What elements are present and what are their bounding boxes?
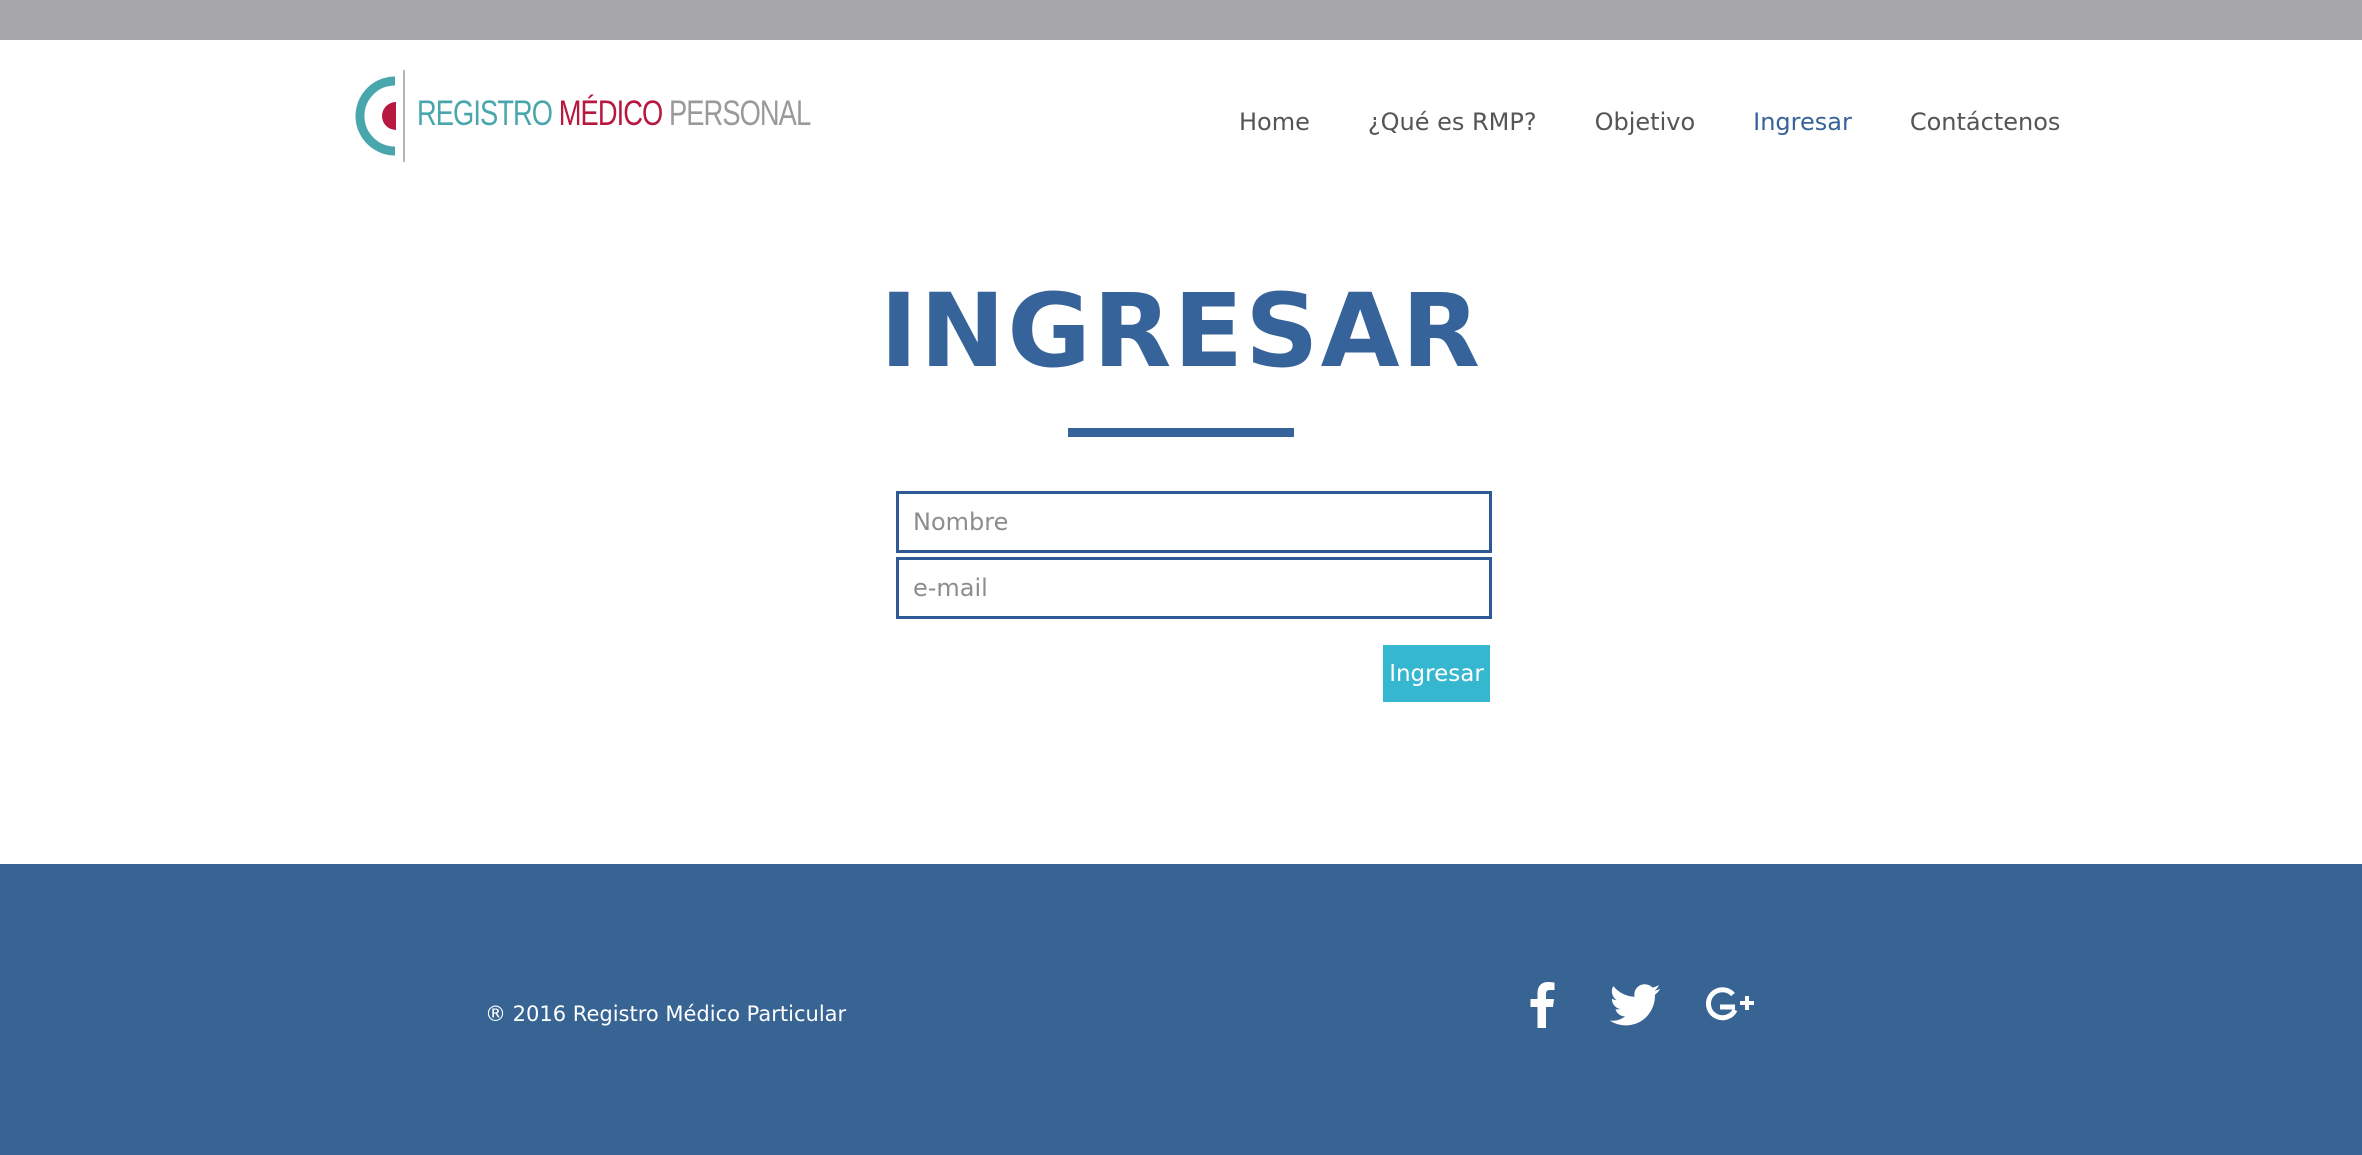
page-title: INGRESAR — [879, 272, 1483, 391]
email-input[interactable] — [896, 557, 1492, 619]
ingresar-submit-button[interactable]: Ingresar — [1383, 645, 1490, 702]
nav-item-home[interactable]: Home — [1239, 108, 1310, 136]
twitter-icon[interactable] — [1607, 980, 1663, 1030]
logo-word-registro: REGISTRO — [417, 94, 553, 133]
title-divider — [1068, 428, 1294, 437]
nav-item-contactenos[interactable]: Contáctenos — [1910, 108, 2061, 136]
site-logo[interactable]: REGISTRO MÉDICO PERSONAL — [355, 68, 811, 164]
top-bar — [0, 0, 2362, 40]
nav-item-objetivo[interactable]: Objetivo — [1595, 108, 1696, 136]
logo-text: REGISTRO MÉDICO PERSONAL — [417, 94, 811, 134]
google-plus-icon[interactable] — [1698, 980, 1758, 1030]
footer-copyright: ® 2016 Registro Médico Particular — [485, 1002, 847, 1026]
logo-word-personal: PERSONAL — [669, 94, 811, 133]
logo-mark-icon — [355, 70, 405, 162]
nav-item-ingresar[interactable]: Ingresar — [1753, 108, 1852, 136]
main-nav: Home ¿Qué es RMP? Objetivo Ingresar Cont… — [1239, 108, 2060, 136]
footer — [0, 864, 2362, 1155]
name-input[interactable] — [896, 491, 1492, 553]
nav-item-que-es-rmp[interactable]: ¿Qué es RMP? — [1368, 108, 1537, 136]
facebook-icon[interactable] — [1522, 980, 1562, 1030]
logo-word-medico: MÉDICO — [558, 94, 664, 133]
